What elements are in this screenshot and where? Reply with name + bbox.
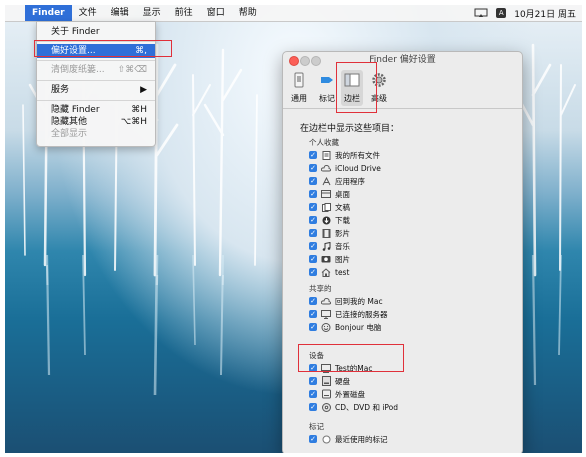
menu-edit[interactable]: 编辑: [104, 5, 136, 21]
menu-window[interactable]: 窗口: [200, 5, 232, 21]
sidebar-option-external-disks[interactable]: ✓ 外置磁盘: [309, 388, 365, 400]
sidebar-option-downloads[interactable]: ✓ 下载: [309, 214, 350, 226]
panel-heading: 在边栏中显示这些项目：: [300, 124, 400, 134]
checkbox[interactable]: ✓: [309, 310, 317, 318]
menu-item-empty-trash: 清倒废纸篓... ⇧⌘⌫: [51, 65, 147, 75]
cloud-icon: [321, 296, 331, 306]
sidebar-option-applications[interactable]: ✓ 应用程序: [309, 175, 365, 187]
checkbox[interactable]: ✓: [309, 297, 317, 305]
home-icon: [321, 267, 331, 277]
annotation-box-devices: [298, 344, 404, 372]
menu-separator: [37, 80, 155, 81]
sidebar-option-icloud-drive[interactable]: ✓ iCloud Drive: [309, 162, 381, 174]
menu-item-about-finder[interactable]: 关于 Finder: [37, 25, 155, 39]
checkbox[interactable]: ✓: [309, 151, 317, 159]
sidebar-option-movies[interactable]: ✓ 影片: [309, 227, 350, 239]
checkbox[interactable]: ✓: [309, 403, 317, 411]
sidebar-option-all-files[interactable]: ✓ 我的所有文件: [309, 149, 380, 161]
menubar-clock[interactable]: 10月21日 周五: [514, 7, 576, 20]
checkbox[interactable]: ✓: [309, 242, 317, 250]
window-title: Finder 偏好设置: [369, 55, 436, 65]
submenu-arrow-icon: ▶: [140, 85, 147, 95]
sidebar-settings-panel: 在边栏中显示这些项目： 个人收藏 ✓ 我的所有文件 ✓ iCloud Drive ✓…: [283, 109, 522, 453]
annotation-box-preferences: [34, 40, 172, 57]
section-shared-title: 共享的: [309, 284, 332, 293]
applications-icon: [321, 176, 331, 186]
sidebar-option-music[interactable]: ✓ 音乐: [309, 240, 350, 252]
sidebar-option-home[interactable]: ✓ test: [309, 266, 349, 278]
menubar-status-area: A 10月21日 周五: [474, 5, 576, 21]
checkbox[interactable]: ✓: [309, 190, 317, 198]
checkbox[interactable]: ✓: [309, 216, 317, 224]
finder-preferences-window: Finder 偏好设置 通用 标记 边栏 高级 在边栏中显示这些项目： 个人收藏…: [282, 51, 523, 453]
tab-general[interactable]: 通用: [288, 70, 310, 104]
sidebar-option-documents[interactable]: ✓ 文稿: [309, 201, 350, 213]
screen-mirror-icon[interactable]: [474, 8, 488, 18]
checkbox[interactable]: ✓: [309, 164, 317, 172]
sidebar-option-cd-dvd-ipod[interactable]: ✓ CD、DVD 和 iPod: [309, 401, 398, 413]
checkbox[interactable]: ✓: [309, 177, 317, 185]
checkbox[interactable]: ✓: [309, 229, 317, 237]
menu-finder[interactable]: Finder: [25, 5, 72, 21]
sidebar-option-desktop[interactable]: ✓ 桌面: [309, 188, 350, 200]
checkbox[interactable]: ✓: [309, 203, 317, 211]
tag-icon: [321, 434, 331, 444]
sidebar-option-hard-disks[interactable]: ✓ 硬盘: [309, 375, 350, 387]
checkbox[interactable]: ✓: [309, 268, 317, 276]
menu-help[interactable]: 帮助: [232, 5, 264, 21]
menu-file[interactable]: 文件: [72, 5, 104, 21]
cloud-icon: [321, 163, 331, 173]
checkbox[interactable]: ✓: [309, 435, 317, 443]
menu-separator: [37, 60, 155, 61]
checkbox[interactable]: ✓: [309, 377, 317, 385]
menu-go[interactable]: 前往: [168, 5, 200, 21]
tag-icon: [321, 77, 333, 83]
pictures-icon: [321, 254, 331, 264]
hard-disk-icon: [321, 376, 331, 386]
movies-icon: [321, 228, 331, 238]
sidebar-option-pictures[interactable]: ✓ 图片: [309, 253, 350, 265]
cd-icon: [321, 402, 331, 412]
sidebar-option-back-to-my-mac[interactable]: ✓ 回到我的 Mac: [309, 295, 383, 307]
tab-tags[interactable]: 标记: [316, 70, 338, 104]
menu-separator: [37, 100, 155, 101]
menu-item-show-all: 全部显示: [51, 129, 88, 139]
checkbox[interactable]: ✓: [309, 390, 317, 398]
all-files-icon: [321, 150, 331, 160]
server-icon: [321, 309, 331, 319]
sidebar-option-recent-tags[interactable]: ✓ 最近使用的标记: [309, 433, 388, 445]
menu-bar: Finder 文件 编辑 显示 前往 窗口 帮助 A 10月21日 周五: [5, 5, 582, 22]
music-icon: [321, 241, 331, 251]
menu-item-services[interactable]: 服务 ▶: [37, 83, 155, 97]
general-icon: [294, 72, 304, 88]
desktop-icon: [321, 189, 331, 199]
documents-icon: [321, 202, 331, 212]
desktop: Finder 文件 编辑 显示 前往 窗口 帮助 A 10月21日 周五 关于 …: [5, 5, 582, 453]
external-disk-icon: [321, 389, 331, 399]
preferences-toolbar: 通用 标记 边栏 高级: [283, 68, 522, 109]
sidebar-option-bonjour[interactable]: ✓ Bonjour 电脑: [309, 321, 381, 333]
checkbox[interactable]: ✓: [309, 323, 317, 331]
annotation-box-sidebar-tab: [336, 62, 377, 113]
sidebar-option-connected-servers[interactable]: ✓ 已连接的服务器: [309, 308, 388, 320]
section-favorites-title: 个人收藏: [309, 138, 339, 147]
bonjour-icon: [321, 322, 331, 332]
downloads-icon: [321, 215, 331, 225]
section-tags-title: 标记: [309, 422, 324, 431]
input-source-icon[interactable]: A: [496, 8, 507, 18]
menu-view[interactable]: 显示: [136, 5, 168, 21]
checkbox[interactable]: ✓: [309, 255, 317, 263]
